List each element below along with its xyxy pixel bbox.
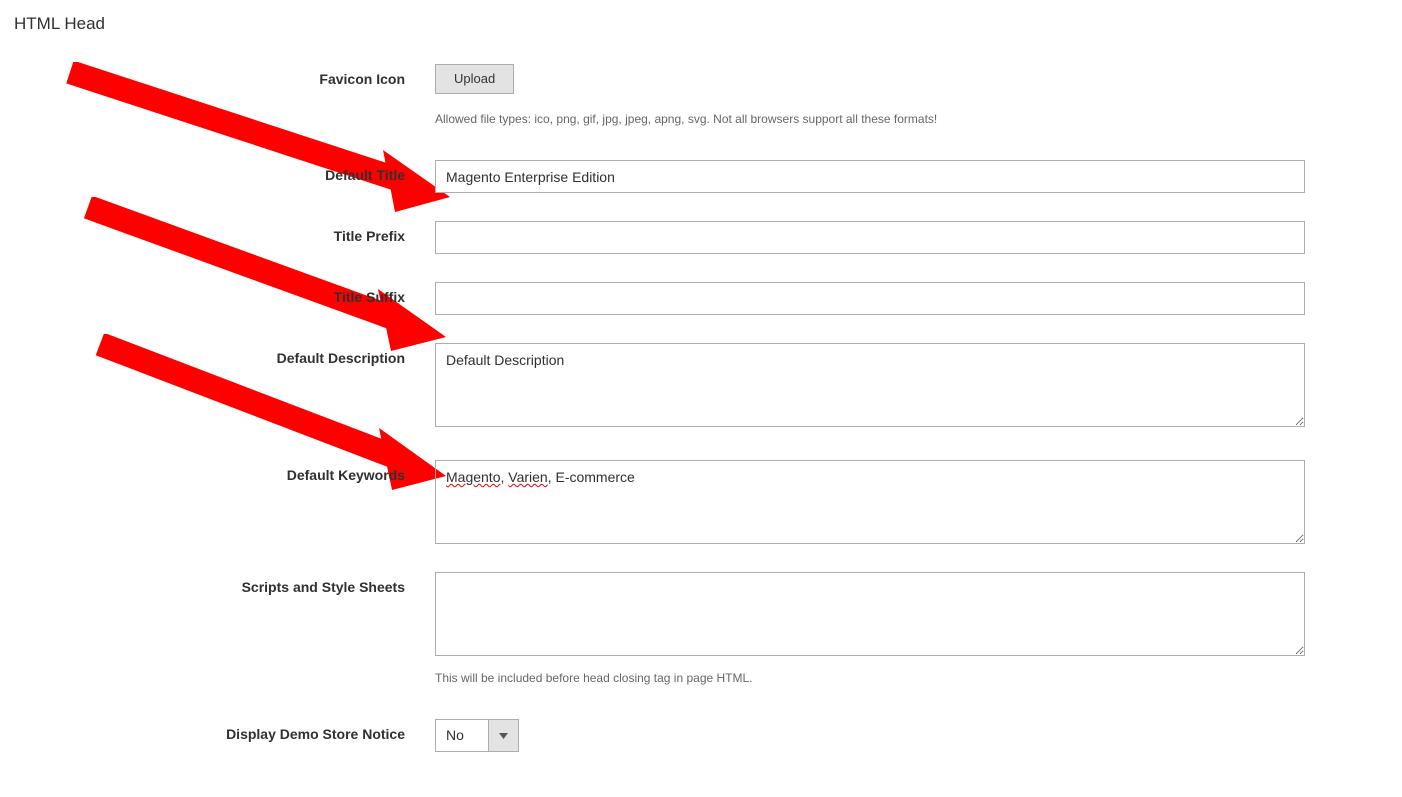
keyword-rest: , E-commerce <box>548 469 635 485</box>
html-head-form: Favicon Icon Upload Allowed file types: … <box>0 34 1402 752</box>
label-display-demo: Display Demo Store Notice <box>0 719 435 742</box>
upload-button[interactable]: Upload <box>435 64 514 94</box>
row-default-title: Default Title <box>0 160 1402 193</box>
label-default-description: Default Description <box>0 343 435 366</box>
label-title-prefix: Title Prefix <box>0 221 435 244</box>
row-title-prefix: Title Prefix <box>0 221 1402 254</box>
title-suffix-input[interactable] <box>435 282 1305 315</box>
favicon-hint: Allowed file types: ico, png, gif, jpg, … <box>435 112 1305 126</box>
row-favicon: Favicon Icon Upload Allowed file types: … <box>0 64 1402 126</box>
title-prefix-input[interactable] <box>435 221 1305 254</box>
display-demo-select[interactable]: No <box>435 719 519 752</box>
label-favicon: Favicon Icon <box>0 64 435 87</box>
row-scripts-styles: Scripts and Style Sheets This will be in… <box>0 572 1402 685</box>
row-display-demo: Display Demo Store Notice No <box>0 719 1402 752</box>
label-scripts-styles: Scripts and Style Sheets <box>0 572 435 595</box>
row-default-keywords: Default Keywords Magento, Varien, E-comm… <box>0 460 1402 544</box>
label-default-title: Default Title <box>0 160 435 183</box>
default-keywords-input[interactable]: Magento, Varien, E-commerce <box>435 460 1305 544</box>
keyword-magento: Magento <box>446 469 500 485</box>
scripts-styles-input[interactable] <box>435 572 1305 656</box>
row-title-suffix: Title Suffix <box>0 282 1402 315</box>
chevron-down-icon[interactable] <box>488 720 518 751</box>
scripts-styles-hint: This will be included before head closin… <box>435 671 1305 685</box>
default-title-input[interactable] <box>435 160 1305 193</box>
default-description-input[interactable] <box>435 343 1305 427</box>
label-default-keywords: Default Keywords <box>0 460 435 483</box>
label-title-suffix: Title Suffix <box>0 282 435 305</box>
keyword-varien: Varien <box>508 469 547 485</box>
row-default-description: Default Description <box>0 343 1402 432</box>
section-title: HTML Head <box>0 0 1402 34</box>
display-demo-value: No <box>436 720 488 751</box>
